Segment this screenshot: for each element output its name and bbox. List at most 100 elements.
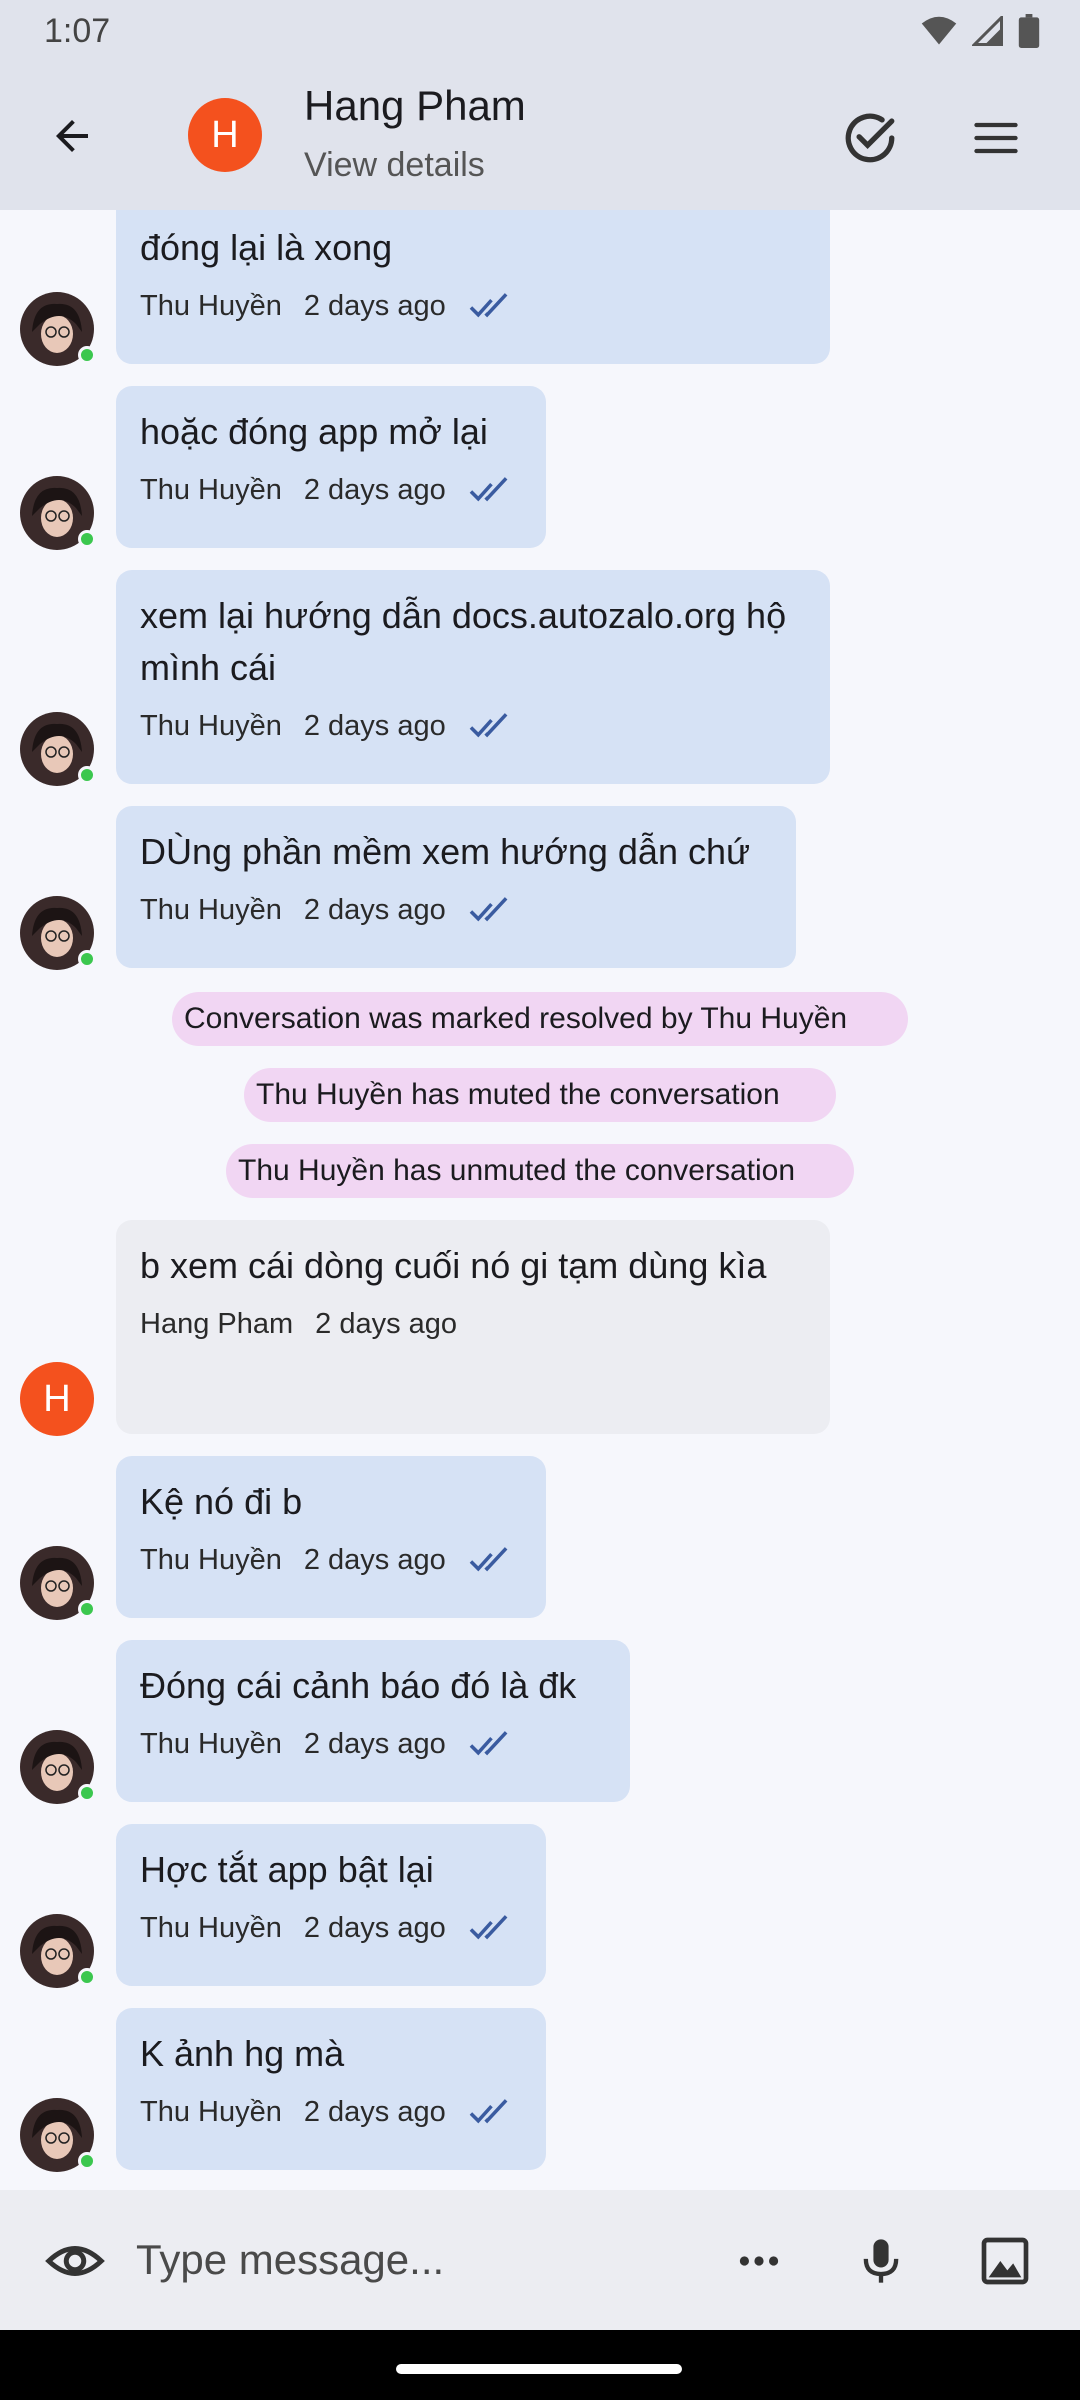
system-nav-bar xyxy=(0,2330,1080,2400)
message-text: DÙng phần mềm xem hướng dẫn chứ xyxy=(140,831,751,872)
online-indicator xyxy=(78,1784,96,1802)
message-time: 2 days ago xyxy=(303,2095,446,2128)
system-event: Thu Huyền has muted the conversation xyxy=(244,1068,836,1122)
avatar[interactable] xyxy=(20,1914,96,1988)
voice-record-button[interactable] xyxy=(846,2226,916,2296)
message-author: Thu Huyền xyxy=(140,893,282,926)
message-bubble[interactable]: K ảnh hg mà Thu Huyền 2 days ago xyxy=(116,2008,546,2170)
message-bubble[interactable]: Đóng cái cảnh báo đó là đk Thu Huyền 2 d… xyxy=(116,1640,630,1802)
message-bubble[interactable]: b xem cái dòng cuối nó gi tạm dùng kìa H… xyxy=(116,1220,830,1434)
message-meta: Thu Huyền 2 days ago xyxy=(140,2092,522,2132)
message-author: Thu Huyền xyxy=(140,473,282,506)
double-check-icon xyxy=(469,897,508,922)
status-bar: 1:07 xyxy=(0,0,1080,60)
home-gesture-handle[interactable] xyxy=(396,2364,682,2374)
online-indicator xyxy=(78,1968,96,1986)
message-author: Thu Huyền xyxy=(140,289,282,322)
message-meta: Thu Huyền 2 days ago xyxy=(140,470,522,510)
signal-icon xyxy=(972,16,1003,46)
message-meta: Thu Huyền 2 days ago xyxy=(140,1540,522,1580)
battery-icon xyxy=(1018,14,1040,48)
message-text: b xem cái dòng cuối nó gi tạm dùng kìa xyxy=(140,1245,767,1286)
message-input[interactable] xyxy=(136,2220,696,2300)
wifi-icon xyxy=(921,16,957,45)
resolve-button[interactable] xyxy=(836,104,904,172)
message-bubble[interactable]: đóng lại là xong Thu Huyền 2 days ago xyxy=(116,210,830,364)
back-button[interactable] xyxy=(40,104,104,168)
message-time: 2 days ago xyxy=(303,1727,446,1760)
avatar[interactable] xyxy=(20,292,96,366)
message-bubble[interactable]: Hợc tắt app bật lại Thu Huyền 2 days ago xyxy=(116,1824,546,1986)
double-check-icon xyxy=(469,477,508,502)
system-event: Conversation was marked resolved by Thu … xyxy=(172,992,908,1046)
message-text: hoặc đóng app mở lại xyxy=(140,411,488,452)
message-text: xem lại hướng dẫn docs.autozalo.org hộ m… xyxy=(140,595,787,688)
message-time: 2 days ago xyxy=(303,289,446,322)
message-author: Thu Huyền xyxy=(140,2095,282,2128)
avatar[interactable]: H xyxy=(20,1362,94,1436)
double-check-icon xyxy=(469,2099,508,2124)
message-bubble[interactable]: hoặc đóng app mở lại Thu Huyền 2 days ag… xyxy=(116,386,546,548)
more-horizontal-icon xyxy=(739,2256,779,2266)
more-options-button[interactable] xyxy=(724,2226,794,2296)
message-meta: Hang Pham 2 days ago xyxy=(140,1304,806,1344)
image-icon xyxy=(981,2237,1029,2285)
avatar[interactable] xyxy=(20,1546,96,1620)
message-text: K ảnh hg mà xyxy=(140,2033,345,2074)
message-meta: Thu Huyền 2 days ago xyxy=(140,286,806,326)
message-bubble[interactable]: Kệ nó đi b Thu Huyền 2 days ago xyxy=(116,1456,546,1618)
status-time: 1:07 xyxy=(44,12,111,50)
message-time: 2 days ago xyxy=(303,1543,446,1576)
check-circle-icon xyxy=(845,113,895,163)
message-composer xyxy=(0,2190,1080,2330)
online-indicator xyxy=(78,2152,96,2170)
message-meta: Thu Huyền 2 days ago xyxy=(140,890,772,930)
online-indicator xyxy=(78,950,96,968)
view-details-link[interactable]: View details xyxy=(304,146,485,185)
message-text: Hợc tắt app bật lại xyxy=(140,1849,434,1890)
avatar[interactable] xyxy=(20,896,96,970)
message-time: 2 days ago xyxy=(303,1911,446,1944)
online-indicator xyxy=(78,766,96,784)
message-meta: Thu Huyền 2 days ago xyxy=(140,1724,606,1764)
system-event: Thu Huyền has unmuted the conversation xyxy=(226,1144,854,1198)
avatar-initial: H xyxy=(20,1362,94,1436)
conversation-header: H Hang Pham View details xyxy=(0,60,1080,210)
message-bubble[interactable]: DÙng phần mềm xem hướng dẫn chứ Thu Huyề… xyxy=(116,806,796,968)
attach-image-button[interactable] xyxy=(970,2226,1040,2296)
message-meta: Thu Huyền 2 days ago xyxy=(140,1908,522,1948)
message-author: Thu Huyền xyxy=(140,1543,282,1576)
message-time: 2 days ago xyxy=(315,1307,458,1340)
message-text: Kệ nó đi b xyxy=(140,1481,303,1522)
private-note-toggle[interactable] xyxy=(40,2226,110,2296)
message-time: 2 days ago xyxy=(303,709,446,742)
message-bubble[interactable]: xem lại hướng dẫn docs.autozalo.org hộ m… xyxy=(116,570,830,784)
double-check-icon xyxy=(469,713,508,738)
message-author: Thu Huyền xyxy=(140,1727,282,1760)
menu-button[interactable] xyxy=(962,104,1030,172)
avatar[interactable] xyxy=(20,2098,96,2172)
message-author: Hang Pham xyxy=(140,1307,294,1340)
message-text: Đóng cái cảnh báo đó là đk xyxy=(140,1665,577,1706)
chat-screen: 1:07 H Hang Pham View details đóng lại l… xyxy=(0,0,1080,2400)
avatar[interactable] xyxy=(20,1730,96,1804)
message-time: 2 days ago xyxy=(303,893,446,926)
avatar[interactable] xyxy=(20,476,96,550)
menu-icon xyxy=(974,122,1018,154)
message-author: Thu Huyền xyxy=(140,709,282,742)
arrow-back-icon xyxy=(56,120,88,152)
message-time: 2 days ago xyxy=(303,473,446,506)
online-indicator xyxy=(78,1600,96,1618)
online-indicator xyxy=(78,530,96,548)
double-check-icon xyxy=(469,1731,508,1756)
double-check-icon xyxy=(469,1915,508,1940)
double-check-icon xyxy=(469,293,508,318)
message-author: Thu Huyền xyxy=(140,1911,282,1944)
eye-icon xyxy=(45,2246,105,2276)
double-check-icon xyxy=(469,1547,508,1572)
avatar[interactable] xyxy=(20,712,96,786)
message-list[interactable]: đóng lại là xong Thu Huyền 2 days ago ho… xyxy=(0,210,1080,2190)
contact-avatar[interactable]: H xyxy=(188,98,262,172)
contact-name[interactable]: Hang Pham xyxy=(304,82,526,130)
online-indicator xyxy=(78,346,96,364)
